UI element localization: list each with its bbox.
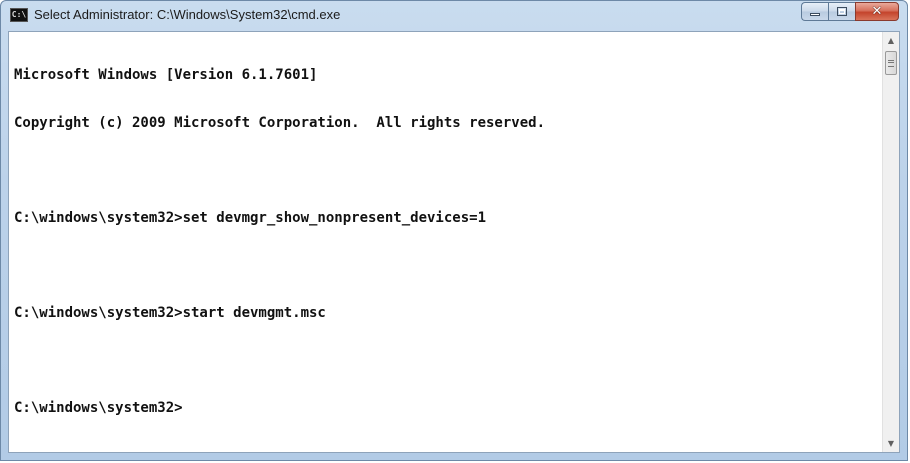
close-icon: ✕: [871, 4, 883, 19]
console-prompt[interactable]: C:\windows\system32>: [14, 400, 882, 416]
cmd-window: C:\ Select Administrator: C:\Windows\Sys…: [0, 0, 908, 461]
window-title: Select Administrator: C:\Windows\System3…: [34, 7, 341, 22]
cmd-icon[interactable]: C:\: [10, 8, 28, 22]
title-bar[interactable]: C:\ Select Administrator: C:\Windows\Sys…: [1, 1, 907, 31]
cmd-icon-text: C:\: [11, 10, 27, 19]
close-button[interactable]: ✕: [855, 2, 899, 21]
console-area: Microsoft Windows [Version 6.1.7601] Cop…: [8, 31, 900, 453]
minimize-button[interactable]: [801, 2, 828, 21]
console-header-line: Microsoft Windows [Version 6.1.7601]: [14, 67, 318, 83]
minimize-icon: [810, 13, 820, 16]
console-command-line: C:\windows\system32>start devmgmt.msc: [14, 305, 326, 321]
scrollbar-thumb[interactable]: [885, 51, 897, 75]
caption-buttons: ✕: [801, 2, 899, 22]
maximize-button[interactable]: [828, 2, 855, 21]
vertical-scrollbar[interactable]: ▲ ▼: [882, 32, 899, 452]
maximize-icon: [837, 7, 847, 16]
console-copyright-line: Copyright (c) 2009 Microsoft Corporation…: [14, 115, 546, 131]
console-output[interactable]: Microsoft Windows [Version 6.1.7601] Cop…: [9, 32, 882, 452]
console-command-line: C:\windows\system32>set devmgr_show_nonp…: [14, 210, 487, 226]
scroll-up-icon[interactable]: ▲: [883, 32, 899, 49]
scroll-down-icon[interactable]: ▼: [883, 435, 899, 452]
